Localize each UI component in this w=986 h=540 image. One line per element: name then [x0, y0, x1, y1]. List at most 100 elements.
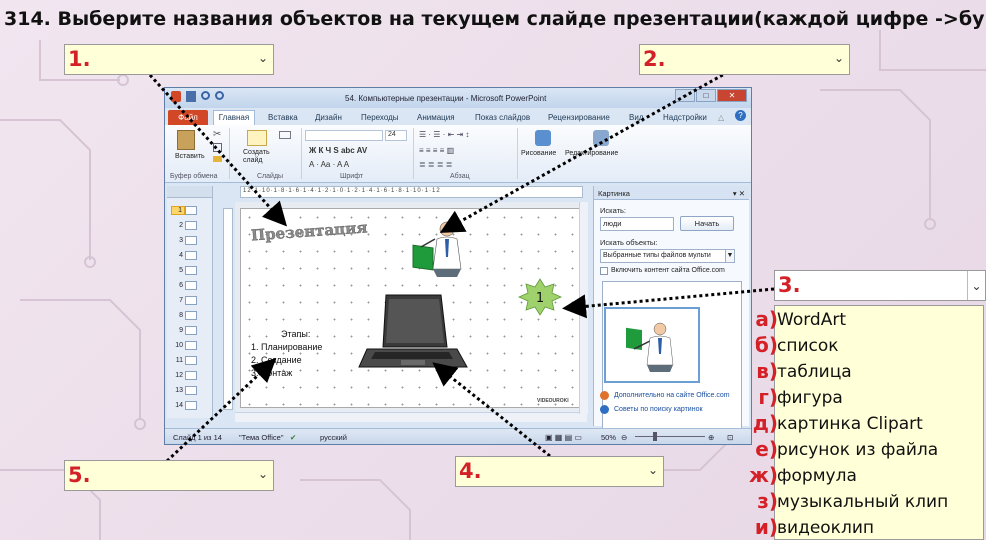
editing-label: Редактирование — [565, 150, 619, 157]
chevron-down-icon[interactable]: ⌄ — [967, 271, 985, 300]
ruler-text: 12·1·10·1·8·1·6·1·4·1·2·1·0·1·2·1·4·1·6·… — [243, 188, 441, 194]
option-letter: б) — [754, 333, 778, 357]
chevron-down-icon[interactable]: ⌄ — [258, 51, 268, 65]
tips-help-icon — [600, 405, 609, 414]
vertical-scrollbar — [579, 202, 588, 414]
slide-thumb: 7 — [171, 294, 207, 307]
text-direction-buttons: ≣ ≣ ≣ ≣ — [419, 160, 453, 169]
option-item[interactable]: рисунок из файла — [777, 437, 977, 463]
pane-link-tips: Советы по поиску картинок — [614, 406, 703, 413]
option-item[interactable]: WordArt — [777, 307, 977, 333]
slide-thumb: 1 — [171, 204, 207, 217]
slide-thumb: 6 — [171, 279, 207, 292]
option-item[interactable]: таблица — [777, 359, 977, 385]
font-format-buttons: Ж К Ч S abc AV — [309, 146, 368, 155]
office-link-icon — [600, 391, 609, 400]
status-bar: Слайд 1 из 14 "Тема Office" ✔ русский ▣ … — [165, 428, 751, 444]
spellcheck-icon: ✔ — [290, 433, 297, 442]
clipart-presenter-icon — [412, 221, 462, 277]
fit-window-icon: ⊡ — [727, 433, 734, 442]
slide-thumb: 5 — [171, 264, 207, 277]
option-item[interactable]: музыкальный клип — [777, 489, 977, 515]
option-item[interactable]: фигура — [777, 385, 977, 411]
slide-thumb: 3 — [171, 234, 207, 247]
slide-thumb: 11 — [171, 354, 207, 367]
tab-animation: Анимация — [417, 113, 455, 122]
pane-search-button: Начать — [680, 216, 734, 231]
slide-thumb: 13 — [171, 384, 207, 397]
paste-label: Вставить — [175, 153, 205, 160]
pane-search-input: люди — [600, 217, 674, 231]
chevron-down-icon[interactable]: ⌄ — [258, 467, 268, 481]
tab-transitions: Переходы — [361, 113, 399, 122]
status-lang: русский — [320, 433, 347, 442]
wordart-text: Презентация — [250, 218, 368, 244]
view-buttons: ▣ ▦ ▤ ▭ — [545, 433, 582, 442]
align-buttons: ≡ ≡ ≡ ≡ ▥ — [419, 146, 455, 155]
dropdown-options-list: WordArt список таблица фигура картинка C… — [774, 305, 984, 540]
pane-close-icon: ▾ ✕ — [732, 189, 745, 198]
status-zoom: 50% — [601, 433, 617, 442]
answer-dropdown-3[interactable]: 3. ⌄ — [774, 270, 986, 301]
option-letter: д) — [752, 411, 778, 435]
powerpoint-window: 54. Компьютерные презентации - Microsoft… — [164, 87, 752, 445]
option-item[interactable]: картинка Clipart — [777, 411, 977, 437]
undo-icon — [201, 91, 210, 100]
list-item-1: 1. Планирование — [251, 342, 322, 352]
current-slide: Презентация 1 Этапы: 1. Планирование 2. … — [240, 208, 580, 408]
list-header: Этапы: — [281, 329, 310, 339]
zoom-in-icon: ⊕ — [708, 433, 715, 442]
quick-access-toolbar — [171, 91, 224, 102]
option-letter: и) — [754, 515, 778, 539]
answer-dropdown-5[interactable]: 5. ⌄ — [64, 460, 274, 491]
answer-dropdown-4[interactable]: 4. ⌄ — [455, 456, 664, 487]
option-letter: з) — [757, 489, 778, 513]
pane-header: Картинка ▾ ✕ — [594, 186, 749, 200]
include-office-label: Включить контент сайта Office.com — [611, 267, 725, 274]
list-buttons: ☰ · ☰ · ⇤ ⇥ ↕ — [419, 130, 470, 139]
slide-thumb: 4 — [171, 249, 207, 262]
answer-dropdown-2[interactable]: 2. ⌄ — [639, 44, 850, 75]
cut-icon: ✂ — [213, 129, 222, 140]
pane-objects-chevron-icon: ▼ — [725, 249, 735, 263]
maximize-icon: □ — [696, 89, 716, 102]
horizontal-ruler: 12·1·10·1·8·1·6·1·4·1·2·1·0·1·2·1·4·1·6·… — [240, 186, 583, 198]
group-font-label: Шрифт — [340, 173, 364, 180]
minimize-icon: – — [675, 89, 695, 102]
editing-icon — [593, 130, 609, 146]
font-name-box — [305, 130, 383, 141]
create-slide-label: Создать слайд — [243, 149, 270, 164]
vertical-ruler — [223, 208, 233, 410]
chevron-down-icon[interactable]: ⌄ — [648, 463, 658, 477]
answer-dropdown-1[interactable]: 1. ⌄ — [64, 44, 274, 75]
help-icon: ? — [735, 110, 746, 121]
option-letter: е) — [755, 437, 778, 461]
tab-insert: Вставка — [268, 113, 298, 122]
format-painter-icon — [213, 156, 222, 162]
include-office-checkbox — [600, 267, 608, 275]
copy-icon — [213, 143, 222, 152]
group-paragraph-label: Абзац — [450, 173, 470, 180]
slide-graphics: Презентация 1 Этапы: 1. Планирование 2. … — [250, 218, 569, 404]
dropdown-number: 1. — [68, 47, 91, 71]
slide-area: Презентация 1 Этапы: 1. Планирование 2. … — [235, 202, 587, 414]
option-letter: г) — [758, 385, 778, 409]
horizontal-scrollbar — [235, 412, 587, 422]
option-item[interactable]: формула — [777, 463, 977, 489]
option-item[interactable]: список — [777, 333, 977, 359]
font-color-buttons: A · Aa · A A — [309, 160, 350, 169]
drawing-icon — [535, 130, 551, 146]
ppt-logo-icon — [171, 91, 181, 102]
redo-icon — [215, 91, 224, 100]
dropdown-number: 3. — [778, 273, 801, 297]
save-icon — [186, 91, 196, 102]
slide-thumb: 10 — [171, 339, 207, 352]
watermark: VIDEOUROKI — [537, 398, 569, 404]
tab-review: Рецензирование — [548, 113, 610, 122]
ppt-window-title: 54. Компьютерные презентации - Microsoft… — [345, 94, 547, 103]
font-size-box: 24 — [385, 130, 407, 141]
chevron-down-icon[interactable]: ⌄ — [834, 51, 844, 65]
dropdown-number: 5. — [68, 463, 91, 487]
option-item[interactable]: видеоклип — [777, 515, 977, 540]
ribbon: ✂ Вставить Буфер обмена Создать слайд Сл… — [165, 125, 751, 183]
